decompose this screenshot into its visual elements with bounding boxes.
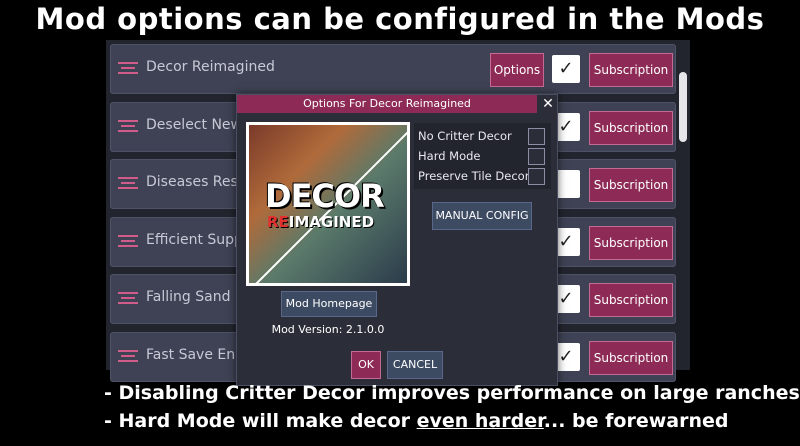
ok-button[interactable]: OK	[351, 351, 381, 379]
drag-handle-icon[interactable]	[118, 232, 138, 252]
note-line-2: - Hard Mode will make decor even harder.…	[104, 410, 729, 432]
subscription-button[interactable]: Subscription	[589, 226, 673, 260]
enabled-checkbox[interactable]: ✓	[552, 55, 580, 83]
checkmark-icon: ✓	[558, 288, 574, 309]
hard-mode-checkbox[interactable]	[528, 148, 545, 165]
checkmark-icon: ✓	[558, 116, 574, 137]
mod-options-dialog: Options For Decor Reimagined ✕ DECOR REI…	[236, 94, 558, 386]
drag-handle-icon[interactable]	[118, 289, 138, 309]
options-list: No Critter Decor Hard Mode Preserve Tile…	[414, 123, 551, 189]
mod-name: Efficient Suppl	[146, 232, 247, 248]
subscription-button[interactable]: Subscription	[589, 111, 673, 145]
note-line-1: - Disabling Critter Decor improves perfo…	[104, 382, 800, 404]
close-icon[interactable]: ✕	[539, 95, 557, 113]
mod-row: Decor Reimagined Options ✓ Subscription	[110, 44, 676, 94]
options-button[interactable]: Options	[490, 53, 544, 87]
mod-preview-image: DECOR REIMAGINED	[246, 122, 410, 286]
scrollbar[interactable]	[679, 72, 687, 142]
drag-handle-icon[interactable]	[118, 59, 138, 79]
art-subtitle: REIMAGINED	[267, 213, 375, 231]
subscription-button[interactable]: Subscription	[589, 341, 673, 375]
option-label: Preserve Tile Decor	[418, 169, 530, 183]
preserve-tile-decor-checkbox[interactable]	[528, 168, 545, 185]
drag-handle-icon[interactable]	[118, 347, 138, 367]
mod-version: Mod Version: 2.1.0.0	[271, 323, 385, 336]
drag-handle-icon[interactable]	[118, 174, 138, 194]
drag-handle-icon[interactable]	[118, 117, 138, 137]
subscription-button[interactable]: Subscription	[589, 53, 673, 87]
mod-name: Decor Reimagined	[146, 59, 275, 75]
cancel-button[interactable]: CANCEL	[387, 351, 443, 379]
option-label: No Critter Decor	[418, 129, 512, 143]
checkmark-icon: ✓	[558, 231, 574, 252]
no-critter-decor-checkbox[interactable]	[528, 128, 545, 145]
checkmark-icon: ✓	[558, 58, 574, 79]
checkmark-icon: ✓	[558, 346, 574, 367]
art-title: DECOR	[265, 177, 385, 215]
option-label: Hard Mode	[418, 149, 481, 163]
dialog-title: Options For Decor Reimagined	[237, 95, 537, 113]
mod-homepage-button[interactable]: Mod Homepage	[281, 291, 377, 317]
mod-name: Falling Sand	[146, 289, 231, 305]
subscription-button[interactable]: Subscription	[589, 168, 673, 202]
subscription-button[interactable]: Subscription	[589, 283, 673, 317]
manual-config-button[interactable]: MANUAL CONFIG	[432, 202, 532, 230]
